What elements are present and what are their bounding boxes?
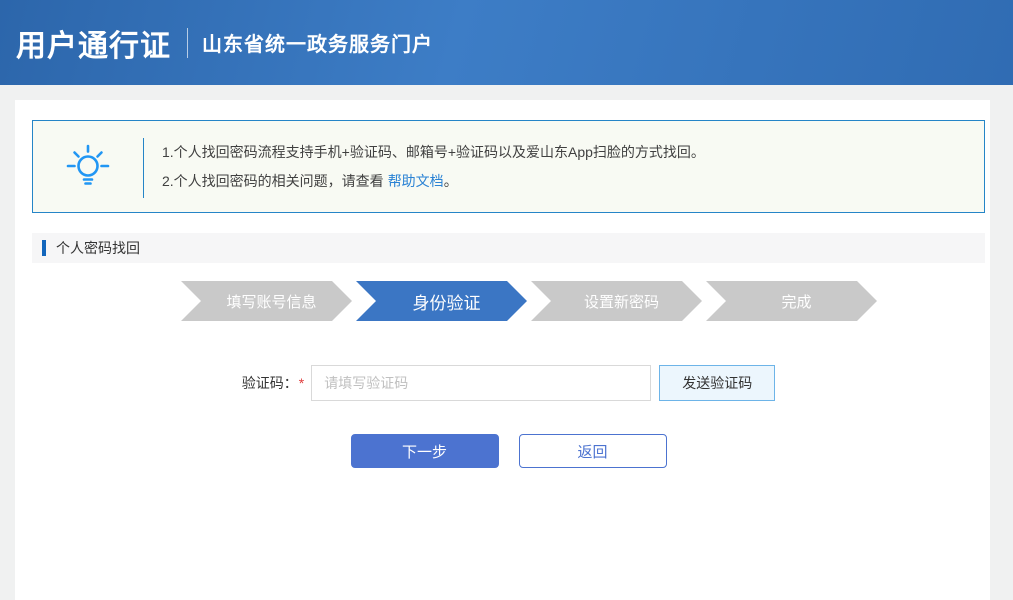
step-complete: 完成: [706, 281, 877, 321]
send-code-button[interactable]: 发送验证码: [659, 365, 775, 401]
content-wrapper: 1.个人找回密码流程支持手机+验证码、邮箱号+验证码以及爱山东App扫脸的方式找…: [15, 100, 990, 468]
captcha-form-row: 验证码：* 发送验证码: [32, 365, 985, 401]
back-button[interactable]: 返回: [519, 434, 667, 468]
section-title: 个人密码找回: [56, 238, 140, 258]
site-header: 用户通行证 山东省统一政务服务门户: [0, 0, 1013, 85]
captcha-label: 验证码：*: [242, 373, 304, 393]
notice-icon-cell: [33, 121, 143, 212]
main-content-card: 1.个人找回密码流程支持手机+验证码、邮箱号+验证码以及爱山东App扫脸的方式找…: [15, 100, 990, 600]
help-doc-link[interactable]: 帮助文档: [388, 173, 444, 189]
notice-line-1: 1.个人找回密码流程支持手机+验证码、邮箱号+验证码以及爱山东App扫脸的方式找…: [162, 142, 984, 162]
notice-line-2-suffix: 。: [444, 173, 458, 189]
step-identity-verification: 身份验证: [356, 281, 527, 321]
step-indicator: 填写账号信息 身份验证 设置新密码 完成: [32, 281, 985, 321]
step-set-new-password: 设置新密码: [531, 281, 702, 321]
step-fill-account-info: 填写账号信息: [181, 281, 352, 321]
section-title-bar: 个人密码找回: [32, 233, 985, 263]
title-divider: [187, 28, 188, 58]
notice-line-2-text: 2.个人找回密码的相关问题，请查看: [162, 173, 384, 189]
actions-row: 下一步 返回: [32, 434, 985, 468]
lightbulb-icon: [65, 137, 111, 196]
notice-text: 1.个人找回密码流程支持手机+验证码、邮箱号+验证码以及爱山东App扫脸的方式找…: [144, 121, 984, 212]
notice-line-2: 2.个人找回密码的相关问题，请查看帮助文档。: [162, 171, 984, 191]
captcha-input[interactable]: [311, 365, 651, 401]
required-asterisk: *: [299, 375, 304, 391]
section-accent-bar: [42, 240, 46, 256]
next-step-button[interactable]: 下一步: [351, 434, 499, 468]
site-title: 用户通行证: [16, 21, 171, 65]
notice-box: 1.个人找回密码流程支持手机+验证码、邮箱号+验证码以及爱山东App扫脸的方式找…: [32, 120, 985, 213]
site-subtitle: 山东省统一政务服务门户: [202, 28, 433, 57]
